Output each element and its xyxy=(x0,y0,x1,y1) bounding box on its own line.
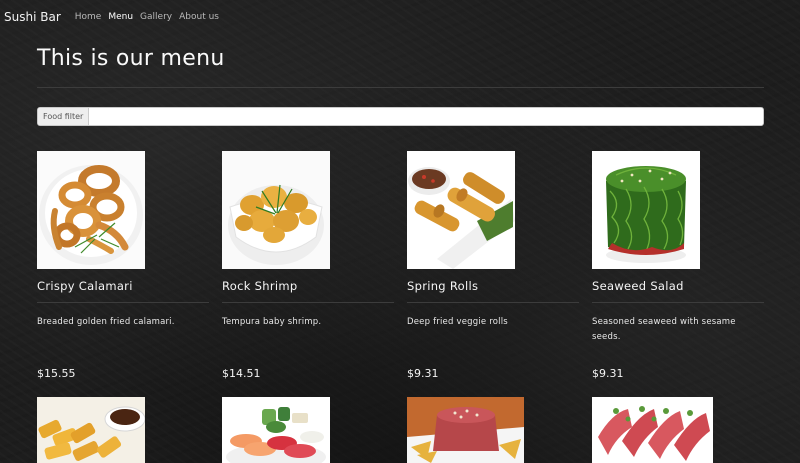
menu-item-description: Seasoned seaweed with sesame seeds. xyxy=(592,317,736,342)
food-filter: Food filter xyxy=(37,107,764,126)
menu-item-name: Crispy Calamari xyxy=(37,279,133,293)
menu-card-spring-rolls: Spring Rolls Deep fried veggie rolls $9.… xyxy=(407,151,579,380)
menu-card-seaweed-salad: Seaweed Salad Seasoned seaweed with sesa… xyxy=(592,151,764,380)
menu-item-description: Deep fried veggie rolls xyxy=(407,317,508,327)
spring-rolls-photo xyxy=(407,151,515,269)
menu-item-name: Rock Shrimp xyxy=(222,279,298,293)
seared-tuna-photo xyxy=(592,397,713,463)
title-divider xyxy=(37,87,764,88)
menu-card-crispy-calamari: Crispy Calamari Breaded golden fried cal… xyxy=(37,151,209,380)
card-divider xyxy=(37,302,209,303)
menu-item-price: $14.51 xyxy=(222,367,261,380)
menu-item-price: $9.31 xyxy=(592,367,624,380)
tuna-tartare-photo xyxy=(407,397,524,463)
food-filter-input[interactable] xyxy=(89,108,763,125)
menu-item-price: $15.55 xyxy=(37,367,76,380)
tempura-shrimp-photo xyxy=(222,151,330,269)
menu-item-price: $9.31 xyxy=(407,367,439,380)
fried-calamari-photo xyxy=(37,151,145,269)
food-filter-label: Food filter xyxy=(38,108,90,125)
menu-card-rock-shrimp: Rock Shrimp Tempura baby shrimp. $14.51 xyxy=(222,151,394,380)
menu-item-name: Seaweed Salad xyxy=(592,279,684,293)
sashimi-platter-photo xyxy=(222,397,330,463)
nav-link-gallery[interactable]: Gallery xyxy=(140,12,172,22)
page-title: This is our menu xyxy=(37,46,225,71)
card-divider xyxy=(407,302,579,303)
menu-item-description: Breaded golden fried calamari. xyxy=(37,317,175,327)
nav-link-menu[interactable]: Menu xyxy=(108,12,133,22)
card-divider xyxy=(222,302,394,303)
fried-tofu-photo xyxy=(37,397,145,463)
menu-item-description: Tempura baby shrimp. xyxy=(222,317,322,327)
navbar: Sushi Bar Home Menu Gallery About us xyxy=(0,0,800,34)
seaweed-salad-photo xyxy=(592,151,700,269)
nav-link-home[interactable]: Home xyxy=(75,12,102,22)
card-divider xyxy=(592,302,764,303)
nav-link-about[interactable]: About us xyxy=(179,12,219,22)
menu-item-name: Spring Rolls xyxy=(407,279,479,293)
brand-link[interactable]: Sushi Bar xyxy=(4,10,61,24)
